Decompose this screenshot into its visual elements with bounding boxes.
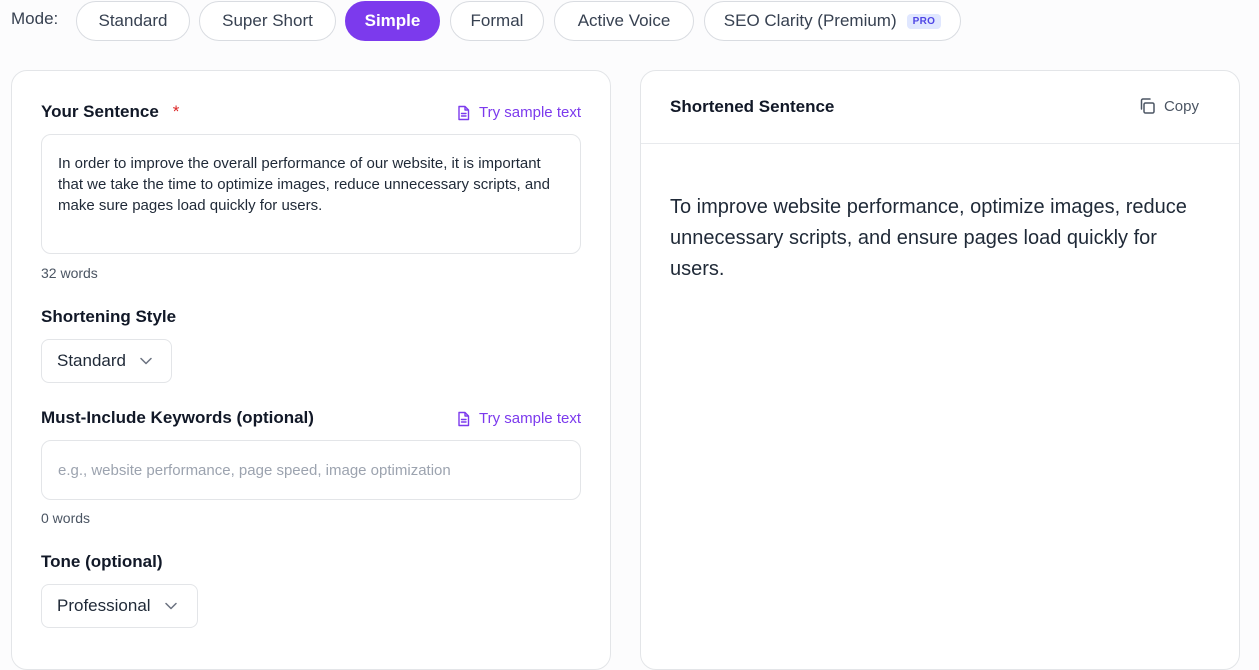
document-icon xyxy=(458,411,470,426)
pro-badge: PRO xyxy=(906,13,942,29)
mode-super-short-button[interactable]: Super Short xyxy=(199,1,336,41)
shortening-style-label: Shortening Style xyxy=(41,307,177,326)
document-icon xyxy=(458,105,470,120)
mode-label: Mode: xyxy=(11,9,59,28)
sentence-input-text: In order to improve the overall performa… xyxy=(58,155,550,214)
chevron-down-icon xyxy=(140,357,152,365)
sentence-word-count: 32 words xyxy=(41,265,98,281)
shortened-output-text: To improve website performance, optimize… xyxy=(670,196,1187,280)
mode-standard-button[interactable]: Standard xyxy=(76,1,190,41)
mode-seo-clarity-label: SEO Clarity (Premium) xyxy=(723,11,897,30)
mode-seo-clarity-button[interactable]: SEO Clarity (Premium) PRO xyxy=(704,1,961,41)
sentence-label-text: Your Sentence xyxy=(41,102,159,121)
keywords-word-count: 0 words xyxy=(41,510,91,526)
tone-value: Professional xyxy=(57,596,151,615)
shortening-style-select[interactable]: Standard xyxy=(41,339,172,383)
chevron-down-icon xyxy=(164,602,177,610)
copy-label: Copy xyxy=(1163,97,1199,115)
input-panel: Your Sentence * Try sample text In order … xyxy=(11,70,611,670)
sentence-input[interactable]: In order to improve the overall performa… xyxy=(41,134,581,254)
keywords-placeholder: e.g., website performance, page speed, i… xyxy=(58,462,451,479)
keywords-input[interactable]: e.g., website performance, page speed, i… xyxy=(41,440,581,500)
try-sample-text-link[interactable]: Try sample text xyxy=(456,104,581,121)
copy-icon xyxy=(1140,98,1155,114)
mode-bar: Mode: Standard Super Short Simple Formal… xyxy=(0,0,1259,41)
try-sample-text-label: Try sample text xyxy=(479,104,581,121)
mode-formal-button[interactable]: Formal xyxy=(450,1,544,41)
mode-active-voice-button[interactable]: Active Voice xyxy=(554,1,694,41)
keywords-try-sample-link[interactable]: Try sample text xyxy=(456,410,581,427)
output-panel: Shortened Sentence Copy To improve websi… xyxy=(640,70,1240,670)
sentence-label: Your Sentence * xyxy=(41,102,179,122)
copy-button[interactable]: Copy xyxy=(1138,97,1199,115)
shortening-style-value: Standard xyxy=(57,351,126,370)
keywords-label: Must-Include Keywords (optional) xyxy=(41,408,314,427)
keywords-try-sample-label: Try sample text xyxy=(479,410,581,427)
output-header: Shortened Sentence Copy xyxy=(641,71,1239,144)
tone-select[interactable]: Professional xyxy=(41,584,198,628)
required-mark: * xyxy=(172,102,180,121)
output-title: Shortened Sentence xyxy=(670,97,835,116)
tone-label: Tone (optional) xyxy=(41,552,163,571)
mode-simple-button[interactable]: Simple xyxy=(345,1,440,41)
